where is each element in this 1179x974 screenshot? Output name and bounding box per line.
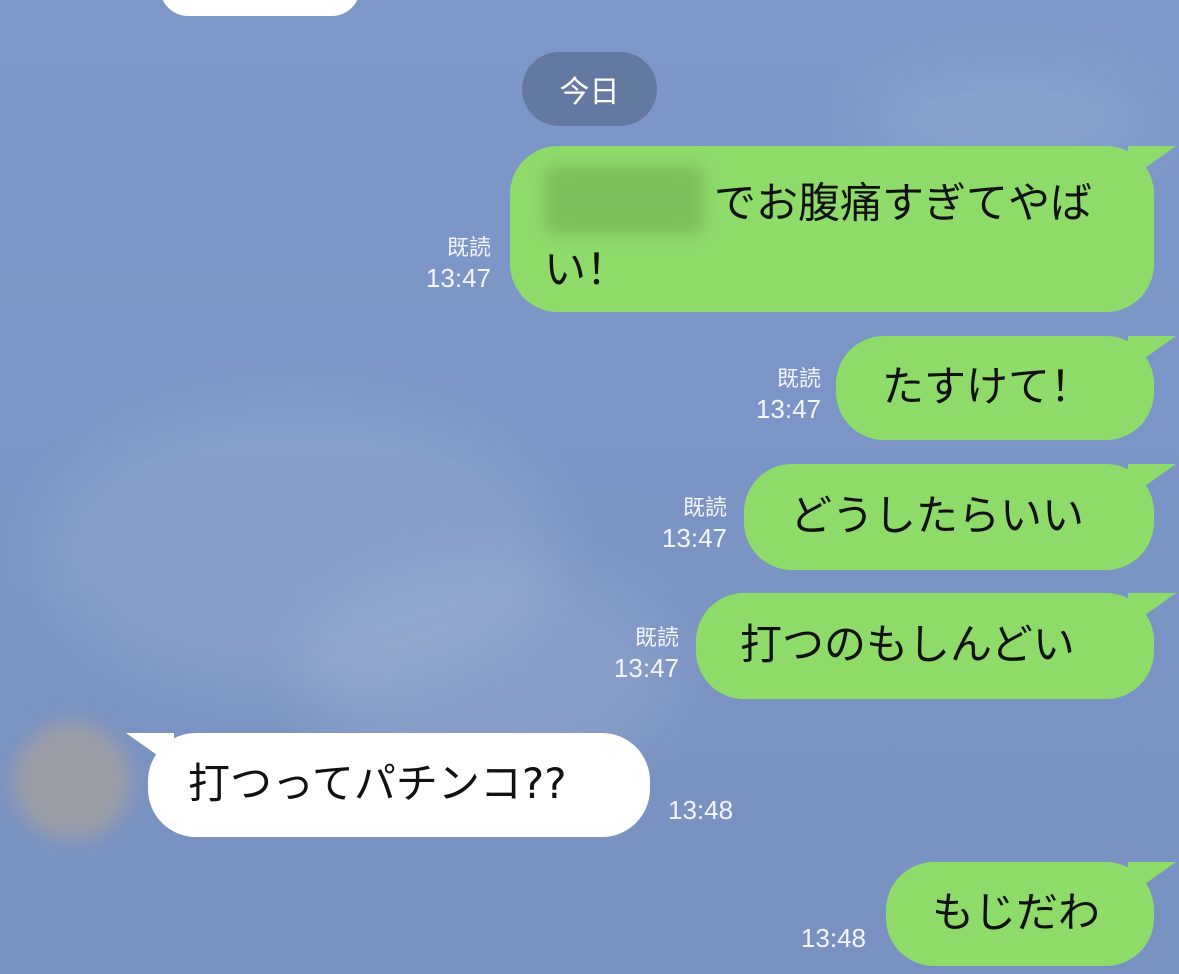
timestamp: 13:48 bbox=[800, 923, 866, 953]
chat-area[interactable]: 今日 既読 13:47 でお腹痛すぎてやばい！ 既読 13:47 たすけて！ 既… bbox=[0, 0, 1179, 974]
message-text: もじだわ bbox=[932, 888, 1101, 937]
outgoing-message-bubble[interactable]: 打つのもしんどい bbox=[696, 593, 1154, 699]
previous-message-bubble[interactable] bbox=[160, 0, 360, 16]
incoming-message-bubble[interactable]: 打つってパチンコ?? bbox=[148, 733, 650, 837]
outgoing-message-bubble[interactable]: でお腹痛すぎてやばい！ bbox=[510, 146, 1154, 312]
timestamp: 13:47 bbox=[755, 394, 821, 424]
read-receipt: 既読 bbox=[682, 495, 727, 520]
timestamp: 13:47 bbox=[661, 523, 727, 553]
redacted-name bbox=[544, 165, 704, 235]
message-meta: 13:48 bbox=[668, 794, 733, 826]
outgoing-message-bubble[interactable]: たすけて！ bbox=[836, 336, 1154, 440]
message-meta: 既読 13:47 bbox=[662, 494, 727, 554]
date-separator: 今日 bbox=[522, 52, 657, 126]
outgoing-message-bubble[interactable]: もじだわ bbox=[886, 862, 1154, 966]
message-meta: 既読 13:47 bbox=[756, 365, 821, 425]
contact-avatar[interactable] bbox=[14, 722, 130, 840]
outgoing-message-bubble[interactable]: どうしたらいい bbox=[744, 464, 1154, 570]
read-receipt: 既読 bbox=[446, 235, 491, 260]
read-receipt: 既読 bbox=[776, 366, 821, 391]
message-meta: 既読 13:47 bbox=[426, 234, 491, 294]
timestamp: 13:47 bbox=[613, 653, 679, 683]
message-meta: 13:48 bbox=[801, 922, 866, 954]
message-text: たすけて！ bbox=[882, 362, 1093, 411]
message-text: 打つってパチンコ?? bbox=[188, 759, 567, 808]
timestamp: 13:47 bbox=[425, 263, 491, 293]
message-meta: 既読 13:47 bbox=[614, 624, 679, 684]
message-text: どうしたらいい bbox=[790, 491, 1085, 540]
message-text: 打つのもしんどい bbox=[740, 620, 1075, 669]
read-receipt: 既読 bbox=[634, 625, 679, 650]
timestamp: 13:48 bbox=[668, 795, 734, 825]
